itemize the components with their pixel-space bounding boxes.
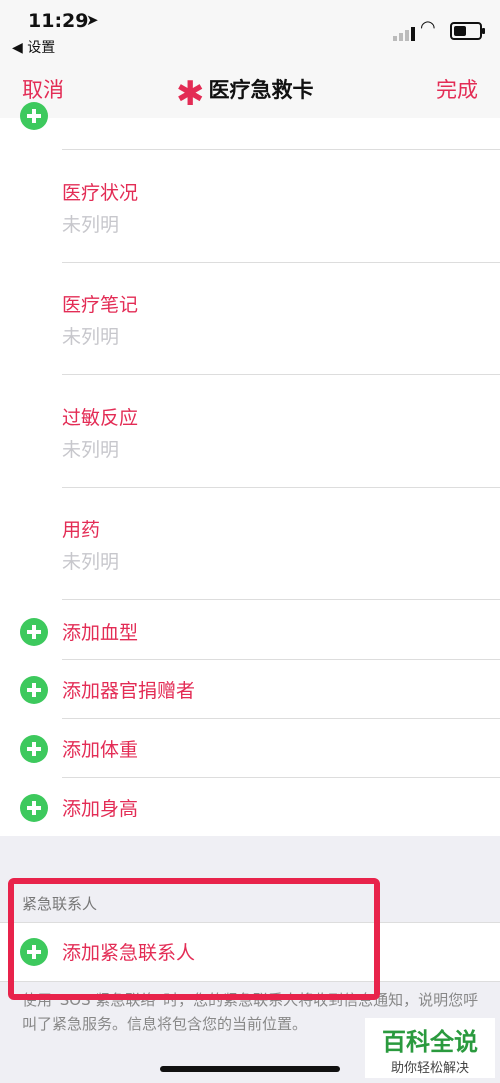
add-organ-donor-icon[interactable] <box>20 676 48 704</box>
add-blood-type-icon[interactable] <box>20 618 48 646</box>
field-allergies-value[interactable]: 未列明 <box>62 435 119 462</box>
add-weight-icon[interactable] <box>20 735 48 763</box>
add-height-icon[interactable] <box>20 794 48 822</box>
add-organ-donor-button[interactable]: 添加器官捐赠者 <box>62 676 195 703</box>
battery-icon <box>450 22 485 40</box>
add-blood-type-button[interactable]: 添加血型 <box>62 618 138 645</box>
field-medical-notes-title: 医疗笔记 <box>62 294 139 316</box>
add-height-button[interactable]: 添加身高 <box>62 794 138 821</box>
navigation-bar: 取消 ✱ 医疗急救卡 完成 <box>0 62 500 119</box>
add-weight-button[interactable]: 添加体重 <box>62 735 138 762</box>
location-arrow-icon: ➤ <box>86 11 99 29</box>
status-bar: 11:29 ➤ ◀ 设置 ◠ <box>0 0 500 62</box>
divider <box>62 374 500 375</box>
medical-star-icon: ✱ <box>176 74 205 114</box>
highlight-box <box>8 878 380 1000</box>
divider <box>62 718 500 719</box>
page-title: ✱ 医疗急救卡 <box>176 74 314 114</box>
cancel-button[interactable]: 取消 <box>22 74 64 104</box>
field-allergies-title: 过敏反应 <box>62 407 139 429</box>
back-to-app-label: 设置 <box>27 40 56 56</box>
divider <box>62 262 500 263</box>
field-medications-value[interactable]: 未列明 <box>62 547 119 574</box>
divider <box>62 777 500 778</box>
divider <box>62 487 500 488</box>
wifi-icon: ◠ <box>420 17 436 38</box>
field-medical-conditions-value[interactable]: 未列明 <box>62 210 119 237</box>
field-medical-conditions-title: 医疗状况 <box>62 182 139 204</box>
home-indicator[interactable] <box>160 1066 340 1072</box>
watermark: 百科全说 助你轻松解决 <box>365 1018 495 1078</box>
back-to-app-link[interactable]: ◀ 设置 <box>12 37 55 57</box>
page-title-text: 医疗急救卡 <box>208 78 314 102</box>
cellular-signal-icon <box>393 22 417 41</box>
status-time: 11:29 <box>28 10 89 32</box>
divider <box>62 599 500 600</box>
divider <box>62 149 500 150</box>
field-medical-notes-value[interactable]: 未列明 <box>62 322 119 349</box>
divider <box>62 659 500 660</box>
done-button[interactable]: 完成 <box>436 74 478 104</box>
add-icon[interactable] <box>20 102 48 130</box>
watermark-title: 百科全说 <box>382 1028 478 1056</box>
watermark-subtitle: 助你轻松解决 <box>390 1061 469 1076</box>
medical-id-card: 医疗状况 未列明 医疗笔记 未列明 过敏反应 未列明 用药 未列明 添加血型 添… <box>0 102 500 836</box>
field-medications-title: 用药 <box>62 519 101 541</box>
